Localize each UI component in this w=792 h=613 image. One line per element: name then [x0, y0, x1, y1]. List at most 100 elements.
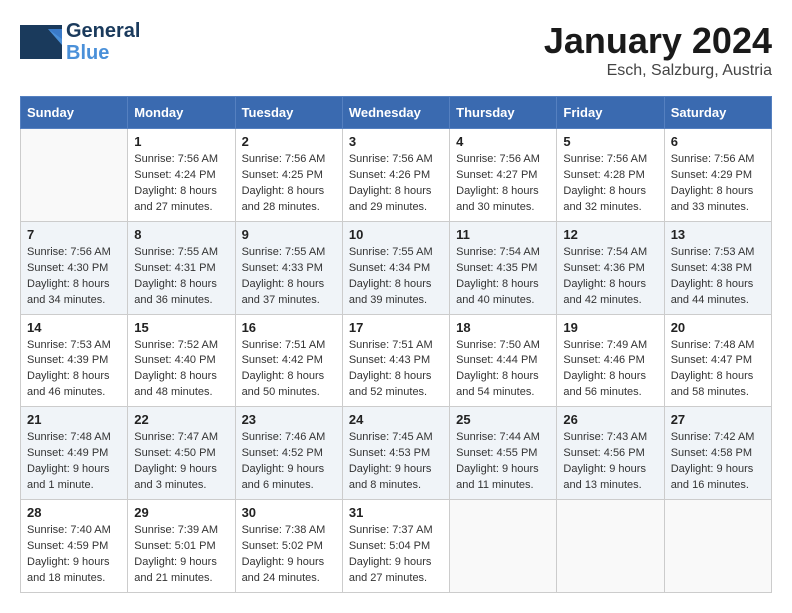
calendar-day-cell: 28 Sunrise: 7:40 AMSunset: 4:59 PMDayligh…	[21, 500, 128, 593]
day-info: Sunrise: 7:54 AMSunset: 4:35 PMDaylight:…	[456, 245, 550, 309]
calendar-week-row: 1Sunrise: 7:56 AMSunset: 4:24 PMDaylight…	[21, 129, 772, 222]
calendar-day-cell: 19 Sunrise: 7:49 AMSunset: 4:46 PMDayligh…	[557, 314, 664, 407]
day-info: Sunrise: 7:40 AMSunset: 4:59 PMDaylight:…	[27, 523, 121, 587]
calendar-day-cell: 5 Sunrise: 7:56 AMSunset: 4:28 PMDaylight…	[557, 129, 664, 222]
calendar-day-cell: 7Sunrise: 7:56 AMSunset: 4:30 PMDaylight…	[21, 221, 128, 314]
day-info: Sunrise: 7:50 AMSunset: 4:44 PMDaylight:…	[456, 338, 550, 402]
day-number: 7	[27, 227, 121, 242]
day-info: Sunrise: 7:46 AMSunset: 4:52 PMDaylight:…	[242, 430, 336, 494]
day-info: Sunrise: 7:56 AMSunset: 4:26 PMDaylight:…	[349, 152, 443, 216]
calendar-day-cell: 2 Sunrise: 7:56 AMSunset: 4:25 PMDaylight…	[235, 129, 342, 222]
day-info: Sunrise: 7:49 AMSunset: 4:46 PMDaylight:…	[563, 338, 657, 402]
calendar-day-cell: 12Sunrise: 7:54 AMSunset: 4:36 PMDayligh…	[557, 221, 664, 314]
day-number: 10	[349, 227, 443, 242]
weekday-header-sunday: Sunday	[21, 97, 128, 129]
calendar-day-cell: 27 Sunrise: 7:42 AMSunset: 4:58 PMDayligh…	[664, 407, 771, 500]
calendar-day-cell: 14Sunrise: 7:53 AMSunset: 4:39 PMDayligh…	[21, 314, 128, 407]
logo: General Blue	[20, 20, 140, 64]
calendar-day-cell: 18 Sunrise: 7:50 AMSunset: 4:44 PMDayligh…	[450, 314, 557, 407]
calendar-day-cell: 16Sunrise: 7:51 AMSunset: 4:42 PMDayligh…	[235, 314, 342, 407]
day-number: 15	[134, 320, 228, 335]
calendar-day-cell: 21 Sunrise: 7:48 AMSunset: 4:49 PMDayligh…	[21, 407, 128, 500]
day-info: Sunrise: 7:51 AMSunset: 4:43 PMDaylight:…	[349, 338, 443, 402]
day-number: 16	[242, 320, 336, 335]
day-info: Sunrise: 7:56 AMSunset: 4:25 PMDaylight:…	[242, 152, 336, 216]
day-info: Sunrise: 7:48 AMSunset: 4:49 PMDaylight:…	[27, 430, 121, 494]
day-number: 4	[456, 134, 550, 149]
day-number: 22	[134, 412, 228, 427]
day-info: Sunrise: 7:42 AMSunset: 4:58 PMDaylight:…	[671, 430, 765, 494]
calendar-day-cell: 17 Sunrise: 7:51 AMSunset: 4:43 PMDayligh…	[342, 314, 449, 407]
day-number: 29	[134, 505, 228, 520]
calendar-header-row: SundayMondayTuesdayWednesdayThursdayFrid…	[21, 97, 772, 129]
day-info: Sunrise: 7:39 AMSunset: 5:01 PMDaylight:…	[134, 523, 228, 587]
day-info: Sunrise: 7:43 AMSunset: 4:56 PMDaylight:…	[563, 430, 657, 494]
day-number: 14	[27, 320, 121, 335]
day-number: 23	[242, 412, 336, 427]
calendar-day-cell	[664, 500, 771, 593]
calendar-day-cell: 22 Sunrise: 7:47 AMSunset: 4:50 PMDayligh…	[128, 407, 235, 500]
logo-general: General	[66, 20, 140, 42]
day-number: 25	[456, 412, 550, 427]
weekday-header-wednesday: Wednesday	[342, 97, 449, 129]
calendar-day-cell: 26 Sunrise: 7:43 AMSunset: 4:56 PMDayligh…	[557, 407, 664, 500]
calendar-day-cell: 10 Sunrise: 7:55 AMSunset: 4:34 PMDayligh…	[342, 221, 449, 314]
logo-icon	[20, 25, 62, 59]
day-number: 26	[563, 412, 657, 427]
day-info: Sunrise: 7:45 AMSunset: 4:53 PMDaylight:…	[349, 430, 443, 494]
day-number: 19	[563, 320, 657, 335]
day-number: 5	[563, 134, 657, 149]
calendar-day-cell: 1Sunrise: 7:56 AMSunset: 4:24 PMDaylight…	[128, 129, 235, 222]
day-number: 27	[671, 412, 765, 427]
day-info: Sunrise: 7:52 AMSunset: 4:40 PMDaylight:…	[134, 338, 228, 402]
calendar-day-cell: 6 Sunrise: 7:56 AMSunset: 4:29 PMDaylight…	[664, 129, 771, 222]
day-number: 18	[456, 320, 550, 335]
calendar-day-cell: 29 Sunrise: 7:39 AMSunset: 5:01 PMDayligh…	[128, 500, 235, 593]
day-number: 8	[134, 227, 228, 242]
calendar-day-cell: 11 Sunrise: 7:54 AMSunset: 4:35 PMDayligh…	[450, 221, 557, 314]
calendar-day-cell	[21, 129, 128, 222]
page-header: General Blue January 2024 Esch, Salzburg…	[20, 20, 772, 80]
day-number: 30	[242, 505, 336, 520]
location: Esch, Salzburg, Austria	[544, 62, 772, 80]
calendar-day-cell: 13 Sunrise: 7:53 AMSunset: 4:38 PMDayligh…	[664, 221, 771, 314]
day-info: Sunrise: 7:48 AMSunset: 4:47 PMDaylight:…	[671, 338, 765, 402]
day-info: Sunrise: 7:37 AMSunset: 5:04 PMDaylight:…	[349, 523, 443, 587]
calendar-day-cell: 4Sunrise: 7:56 AMSunset: 4:27 PMDaylight…	[450, 129, 557, 222]
weekday-header-monday: Monday	[128, 97, 235, 129]
day-number: 17	[349, 320, 443, 335]
calendar-day-cell: 25Sunrise: 7:44 AMSunset: 4:55 PMDayligh…	[450, 407, 557, 500]
day-number: 21	[27, 412, 121, 427]
day-number: 31	[349, 505, 443, 520]
calendar-week-row: 28 Sunrise: 7:40 AMSunset: 4:59 PMDayligh…	[21, 500, 772, 593]
calendar-day-cell: 23 Sunrise: 7:46 AMSunset: 4:52 PMDayligh…	[235, 407, 342, 500]
calendar-day-cell: 30 Sunrise: 7:38 AMSunset: 5:02 PMDayligh…	[235, 500, 342, 593]
month-title: January 2024	[544, 20, 772, 62]
day-number: 9	[242, 227, 336, 242]
day-info: Sunrise: 7:55 AMSunset: 4:31 PMDaylight:…	[134, 245, 228, 309]
day-info: Sunrise: 7:55 AMSunset: 4:33 PMDaylight:…	[242, 245, 336, 309]
calendar-day-cell: 31 Sunrise: 7:37 AMSunset: 5:04 PMDayligh…	[342, 500, 449, 593]
calendar-day-cell: 24 Sunrise: 7:45 AMSunset: 4:53 PMDayligh…	[342, 407, 449, 500]
calendar-day-cell: 15 Sunrise: 7:52 AMSunset: 4:40 PMDayligh…	[128, 314, 235, 407]
day-info: Sunrise: 7:56 AMSunset: 4:24 PMDaylight:…	[134, 152, 228, 216]
day-info: Sunrise: 7:55 AMSunset: 4:34 PMDaylight:…	[349, 245, 443, 309]
weekday-header-thursday: Thursday	[450, 97, 557, 129]
day-info: Sunrise: 7:47 AMSunset: 4:50 PMDaylight:…	[134, 430, 228, 494]
day-info: Sunrise: 7:53 AMSunset: 4:38 PMDaylight:…	[671, 245, 765, 309]
day-number: 20	[671, 320, 765, 335]
day-info: Sunrise: 7:56 AMSunset: 4:28 PMDaylight:…	[563, 152, 657, 216]
day-number: 13	[671, 227, 765, 242]
day-number: 6	[671, 134, 765, 149]
day-info: Sunrise: 7:38 AMSunset: 5:02 PMDaylight:…	[242, 523, 336, 587]
day-number: 28	[27, 505, 121, 520]
calendar-day-cell: 9 Sunrise: 7:55 AMSunset: 4:33 PMDaylight…	[235, 221, 342, 314]
day-number: 3	[349, 134, 443, 149]
calendar-week-row: 14Sunrise: 7:53 AMSunset: 4:39 PMDayligh…	[21, 314, 772, 407]
day-number: 11	[456, 227, 550, 242]
day-number: 2	[242, 134, 336, 149]
day-number: 24	[349, 412, 443, 427]
calendar-week-row: 21 Sunrise: 7:48 AMSunset: 4:49 PMDayligh…	[21, 407, 772, 500]
logo-blue: Blue	[66, 42, 140, 64]
day-info: Sunrise: 7:56 AMSunset: 4:29 PMDaylight:…	[671, 152, 765, 216]
